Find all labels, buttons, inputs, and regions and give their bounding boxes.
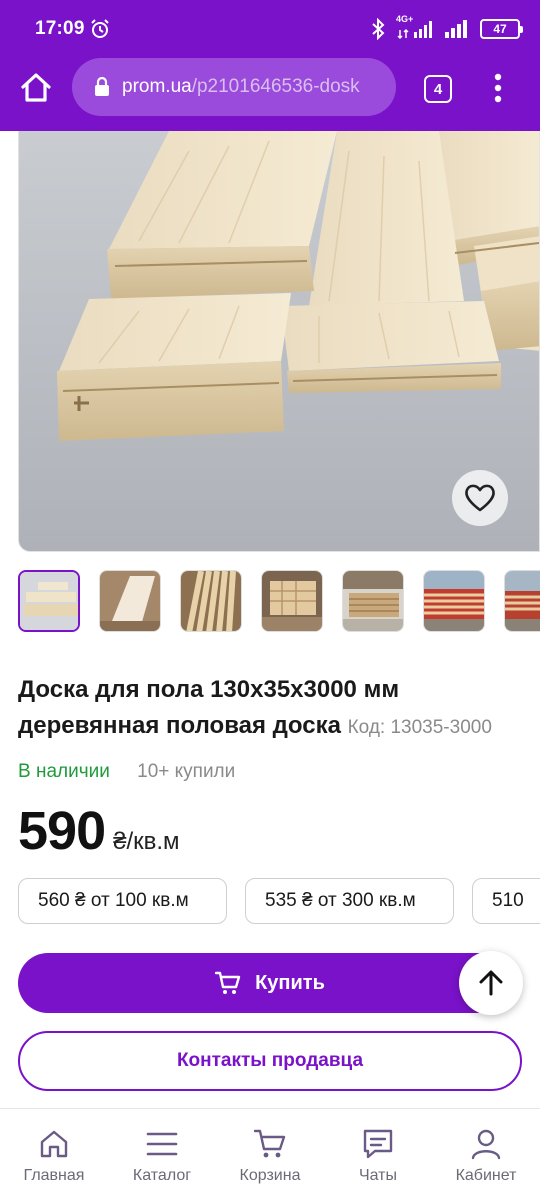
seller-contacts-button[interactable]: Контакты продавца <box>18 1031 522 1091</box>
purchase-count: 10+ купили <box>137 761 236 782</box>
battery-level: 47 <box>493 22 507 36</box>
nav-account[interactable]: Кабинет <box>432 1109 540 1200</box>
nav-catalog[interactable]: Каталог <box>108 1109 216 1200</box>
thumbnail-3[interactable] <box>180 570 242 632</box>
thumbnail-5[interactable] <box>342 570 404 632</box>
mobile-signal-icon: 4G+ <box>396 14 434 40</box>
product-title: Доска для пола 130х35х3000 мм деревянная… <box>18 672 523 746</box>
thumbnail-4[interactable] <box>261 570 323 632</box>
thumbnail-7[interactable] <box>504 570 540 632</box>
cart-icon <box>215 971 241 994</box>
nav-label: Чаты <box>358 1167 398 1184</box>
home-icon[interactable] <box>18 70 54 106</box>
product-code: Код: 13035-3000 <box>347 717 492 738</box>
more-options-icon[interactable] <box>486 70 510 110</box>
url-host: prom.ua <box>122 76 192 97</box>
nav-label: Корзина <box>239 1167 301 1184</box>
scroll-to-top-button[interactable] <box>459 951 523 1015</box>
arrow-up-icon <box>479 970 503 996</box>
wholesale-chip[interactable]: 560 ₴ от 100 кв.м <box>18 878 227 924</box>
network-type: 4G+ <box>396 14 414 24</box>
wholesale-prices: 560 ₴ от 100 кв.м 535 ₴ от 300 кв.м 510 <box>18 878 540 924</box>
stock-row: В наличии 10+ купили <box>18 761 235 783</box>
user-icon <box>471 1129 501 1160</box>
url-path: /p2101646536-dosk <box>191 76 360 97</box>
home-icon <box>40 1130 68 1158</box>
nav-label: Кабинет <box>455 1167 517 1184</box>
tab-switcher-button[interactable]: 4 <box>424 75 452 103</box>
battery-icon: 47 <box>480 19 523 39</box>
menu-icon <box>146 1132 178 1156</box>
thumbnail-6[interactable] <box>423 570 485 632</box>
address-bar[interactable]: prom.ua/p2101646536-dosk <box>72 58 396 116</box>
thumbnail-2[interactable] <box>99 570 161 632</box>
status-indicators: 4G+ 47 <box>370 14 523 40</box>
signal-icon <box>445 20 467 38</box>
status-time: 17:09 <box>35 18 85 39</box>
lock-icon <box>95 77 109 96</box>
nav-label: Главная <box>23 1167 85 1184</box>
bottom-navigation: Главная Каталог Корзина Чаты Кабинет <box>0 1108 540 1200</box>
browser-chrome: 17:09 4G+ 47 prom.ua/p2101646536-dosk 4 <box>0 0 540 131</box>
bluetooth-icon <box>372 18 385 40</box>
nav-home[interactable]: Главная <box>0 1109 108 1200</box>
thumbnail-strip <box>18 570 540 634</box>
price-value: 590 <box>18 801 106 861</box>
chat-icon <box>363 1129 393 1159</box>
thumbnail-1[interactable] <box>18 570 80 632</box>
heart-icon <box>465 484 495 512</box>
buy-button[interactable]: Купить <box>18 953 522 1013</box>
price-row: 590 ₴/кв.м <box>18 800 180 862</box>
availability-status: В наличии <box>18 761 110 782</box>
nav-chats[interactable]: Чаты <box>324 1109 432 1200</box>
wholesale-chip[interactable]: 510 <box>472 878 540 924</box>
wholesale-chip[interactable]: 535 ₴ от 300 кв.м <box>245 878 454 924</box>
status-bar: 17:09 4G+ 47 <box>0 0 540 58</box>
nav-cart[interactable]: Корзина <box>216 1109 324 1200</box>
contact-label: Контакты продавца <box>176 1050 364 1071</box>
product-name: Доска для пола 130х35х3000 мм деревянная… <box>18 676 400 739</box>
alarm-icon <box>91 19 109 38</box>
nav-label: Каталог <box>132 1167 192 1184</box>
buy-label: Купить <box>255 971 325 994</box>
cart-icon <box>253 1129 286 1158</box>
favorite-button[interactable] <box>452 470 508 526</box>
url-bar-row: prom.ua/p2101646536-dosk 4 <box>0 58 540 130</box>
price-unit: ₴/кв.м <box>113 828 180 855</box>
tab-count: 4 <box>433 80 443 98</box>
